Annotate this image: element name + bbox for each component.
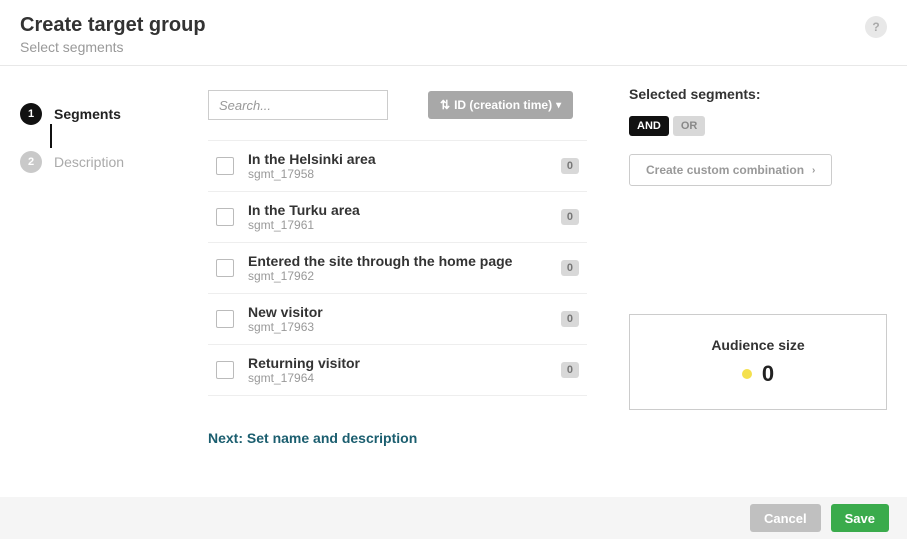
segment-name: Entered the site through the home page xyxy=(248,253,547,269)
and-button[interactable]: AND xyxy=(629,116,669,136)
segment-list: In the Helsinki area sgmt_17958 0 In the… xyxy=(208,140,587,396)
segment-id: sgmt_17958 xyxy=(248,167,547,181)
cancel-button[interactable]: Cancel xyxy=(750,504,821,532)
segment-row: Entered the site through the home page s… xyxy=(208,243,587,294)
segment-checkbox[interactable] xyxy=(216,361,234,379)
logic-toggle: AND OR xyxy=(629,116,887,136)
segment-name: New visitor xyxy=(248,304,547,320)
chevron-right-icon: › xyxy=(812,165,815,176)
create-custom-combination-button[interactable]: Create custom combination › xyxy=(629,154,832,186)
audience-size-title: Audience size xyxy=(650,337,866,353)
segment-id: sgmt_17962 xyxy=(248,269,547,283)
save-button[interactable]: Save xyxy=(831,504,889,532)
segment-count-badge: 0 xyxy=(561,260,579,276)
status-dot-icon xyxy=(742,369,752,379)
search-input[interactable] xyxy=(208,90,388,120)
segment-checkbox[interactable] xyxy=(216,157,234,175)
or-button[interactable]: OR xyxy=(673,116,706,136)
segment-count-badge: 0 xyxy=(561,209,579,225)
segment-name: Returning visitor xyxy=(248,355,547,371)
segment-checkbox[interactable] xyxy=(216,259,234,277)
sort-icon: ⇅ xyxy=(440,98,450,112)
audience-size-value: 0 xyxy=(762,361,774,387)
segment-checkbox[interactable] xyxy=(216,310,234,328)
sort-label: ID (creation time) xyxy=(454,98,552,112)
stepper: 1 Segments 2 Description xyxy=(0,66,200,503)
custom-combination-label: Create custom combination xyxy=(646,163,804,177)
step-segments[interactable]: 1 Segments xyxy=(20,90,180,138)
segment-count-badge: 0 xyxy=(561,311,579,327)
segment-row: In the Turku area sgmt_17961 0 xyxy=(208,192,587,243)
selected-segments-panel: Selected segments: AND OR Create custom … xyxy=(617,66,907,503)
page-subtitle: Select segments xyxy=(20,39,206,55)
footer-actions: Cancel Save xyxy=(0,497,907,539)
segment-checkbox[interactable] xyxy=(216,208,234,226)
segment-row: In the Helsinki area sgmt_17958 0 xyxy=(208,140,587,192)
segment-name: In the Helsinki area xyxy=(248,151,547,167)
segments-panel: ⇅ ID (creation time) ▾ In the Helsinki a… xyxy=(200,66,617,503)
segment-id: sgmt_17961 xyxy=(248,218,547,232)
step-description[interactable]: 2 Description xyxy=(20,138,180,186)
segment-count-badge: 0 xyxy=(561,158,579,174)
segment-name: In the Turku area xyxy=(248,202,547,218)
segment-row: Returning visitor sgmt_17964 0 xyxy=(208,345,587,396)
help-icon[interactable]: ? xyxy=(865,16,887,38)
next-step-link[interactable]: Next: Set name and description xyxy=(208,430,587,446)
page-header: Create target group Select segments ? xyxy=(0,0,907,66)
segment-count-badge: 0 xyxy=(561,362,579,378)
segment-id: sgmt_17964 xyxy=(248,371,547,385)
page-title: Create target group xyxy=(20,14,206,37)
segment-row: New visitor sgmt_17963 0 xyxy=(208,294,587,345)
audience-size-box: Audience size 0 xyxy=(629,314,887,410)
selected-segments-title: Selected segments: xyxy=(629,86,887,102)
sort-button[interactable]: ⇅ ID (creation time) ▾ xyxy=(428,91,573,119)
step-label: Segments xyxy=(54,106,121,122)
step-number: 2 xyxy=(20,151,42,173)
step-label: Description xyxy=(54,154,124,170)
step-number: 1 xyxy=(20,103,42,125)
segment-id: sgmt_17963 xyxy=(248,320,547,334)
chevron-down-icon: ▾ xyxy=(556,100,561,111)
